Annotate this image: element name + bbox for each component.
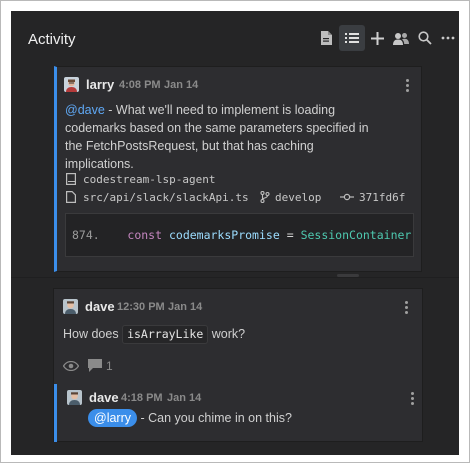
commit-icon xyxy=(340,193,354,201)
list-view-button[interactable] xyxy=(339,25,365,51)
post-body: @dave - What we'll need to implement is … xyxy=(65,101,385,173)
reply-count: 1 xyxy=(106,359,113,373)
team-icon xyxy=(393,32,409,45)
reply-text: - Can you chime in on this? xyxy=(137,411,292,425)
branch-icon xyxy=(260,191,270,203)
avatar xyxy=(67,390,82,405)
branch-name: develop xyxy=(275,191,322,204)
code-class: SessionContainer xyxy=(300,228,412,242)
code-snippet: 874. const codemarksPromise = SessionCon… xyxy=(65,213,414,257)
commit-sha: 371fd6f xyxy=(359,191,406,204)
post-author[interactable]: dave xyxy=(85,299,115,314)
repo-icon xyxy=(66,173,76,185)
post-menu-icon[interactable] xyxy=(406,79,410,93)
activity-header: Activity xyxy=(11,11,459,67)
post-author[interactable]: larry xyxy=(86,77,114,92)
code-line: 874. const codemarksPromise = SessionCon… xyxy=(72,228,411,242)
add-button[interactable] xyxy=(364,25,390,51)
post-card[interactable]: dave 12:30 PM Jan 14 How does isArrayLik… xyxy=(53,288,423,442)
avatar xyxy=(64,77,79,92)
eye-icon[interactable] xyxy=(63,361,79,371)
more-button[interactable] xyxy=(435,25,459,51)
post-text-end: work? xyxy=(211,327,246,341)
line-number: 874. xyxy=(72,228,100,242)
reply-thread: dave 4:18 PM Jan 14 @larry - Can you chi… xyxy=(54,384,422,442)
search-icon xyxy=(418,31,432,45)
post-body: How does isArrayLike work? xyxy=(63,325,245,344)
code-operator: = xyxy=(286,228,294,242)
codemark-card[interactable]: larry 4:08 PM Jan 14 @dave - What we'll … xyxy=(54,66,422,272)
avatar xyxy=(63,299,78,314)
mention-pill[interactable]: @larry xyxy=(88,409,137,427)
file-button[interactable] xyxy=(313,25,339,51)
reply-menu-icon[interactable] xyxy=(411,392,415,406)
file-icon xyxy=(321,31,332,45)
inline-code: isArrayLike xyxy=(122,325,209,344)
page-title: Activity xyxy=(28,31,76,48)
reply-date: Jan 14 xyxy=(167,392,202,404)
code-variable: codemarksPromise xyxy=(168,228,280,242)
list-icon xyxy=(345,33,359,43)
post-text: How does xyxy=(63,327,119,341)
activity-panel: Activity larry 4:08 PM Jan 14 @dave - Wh… xyxy=(11,11,459,455)
post-time: 4:08 PM xyxy=(119,79,161,91)
post-menu-icon[interactable] xyxy=(405,301,409,315)
section-divider xyxy=(11,277,459,278)
comment-icon[interactable] xyxy=(88,359,102,372)
ellipsis-icon xyxy=(441,36,455,40)
screenshot-frame: Activity larry 4:08 PM Jan 14 @dave - Wh… xyxy=(0,0,470,463)
file-icon xyxy=(66,191,76,203)
repo-name: codestream-lsp-agent xyxy=(83,173,216,186)
post-text: - What we'll need to implement is loadin… xyxy=(65,103,369,171)
code-keyword: const xyxy=(127,228,163,242)
mention[interactable]: @dave xyxy=(65,103,105,117)
file-path[interactable]: src/api/slack/slackApi.ts xyxy=(83,191,249,204)
post-time: 12:30 PM xyxy=(117,301,165,313)
reply-author[interactable]: dave xyxy=(89,390,119,405)
plus-icon xyxy=(370,31,384,45)
post-date: Jan 14 xyxy=(168,301,203,313)
post-date: Jan 14 xyxy=(164,79,199,91)
reply-time: 4:18 PM xyxy=(121,392,163,404)
reply-body: @larry - Can you chime in on this? xyxy=(88,409,292,427)
team-button[interactable] xyxy=(388,25,414,51)
resize-handle[interactable] xyxy=(337,274,359,277)
